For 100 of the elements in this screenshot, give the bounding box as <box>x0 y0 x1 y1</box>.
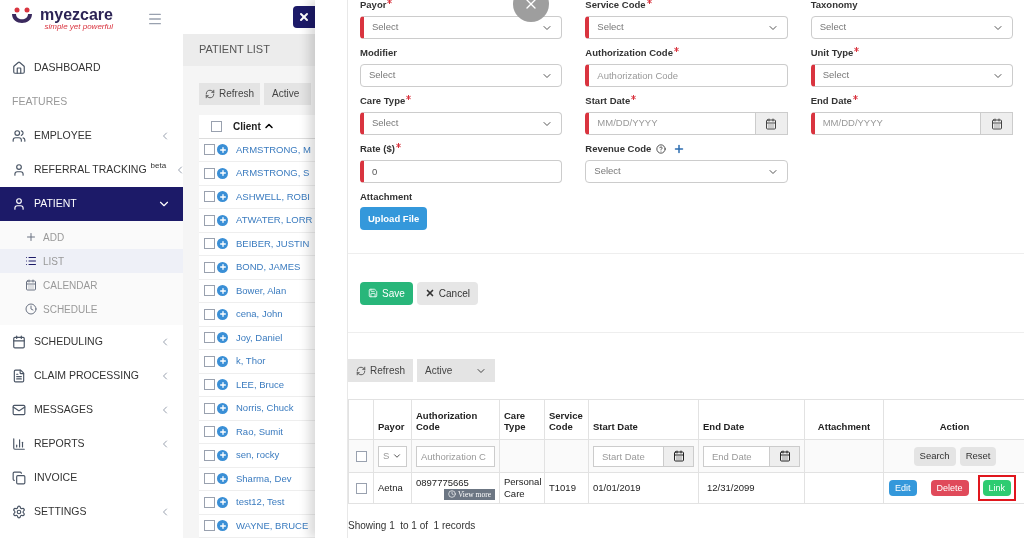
status-dropdown[interactable]: Active <box>417 359 495 383</box>
sidebar-item[interactable]: INVOICE <box>0 461 183 495</box>
patient-name[interactable]: ARMSTRONG, M <box>236 142 311 157</box>
upload-button[interactable]: Upload File <box>360 207 428 231</box>
patient-name[interactable]: BEIBER, JUSTIN <box>236 236 310 251</box>
select-field[interactable]: Select <box>585 160 788 183</box>
add-icon[interactable] <box>673 143 686 155</box>
checkbox[interactable] <box>204 144 215 156</box>
expand-button[interactable] <box>217 238 228 250</box>
checkbox[interactable] <box>204 191 215 203</box>
expand-button[interactable] <box>217 426 228 438</box>
required-icon <box>673 47 679 52</box>
checkbox[interactable] <box>355 450 367 462</box>
sidebar-item[interactable]: REPORTS <box>0 427 183 461</box>
select-field[interactable]: Select <box>360 64 563 87</box>
submenu-item[interactable]: CALENDAR <box>0 273 183 297</box>
expand-button[interactable] <box>217 355 228 367</box>
status-dropdown[interactable]: Active <box>264 82 312 105</box>
date-filter[interactable]: Start Date <box>593 445 664 467</box>
patient-name[interactable]: LEE, Bruce <box>236 377 285 392</box>
patient-name[interactable]: ASHWELL, ROBI <box>236 189 310 204</box>
select-field[interactable]: Select <box>585 16 788 39</box>
checkbox[interactable] <box>204 261 215 273</box>
checkbox[interactable] <box>204 496 215 508</box>
select-field[interactable]: Select <box>810 16 1014 39</box>
column-header[interactable]: Client <box>233 118 261 134</box>
patient-name[interactable]: ATWATER, LORR <box>236 213 313 228</box>
sidebar-item[interactable]: SETTINGS <box>0 495 183 529</box>
checkbox[interactable] <box>204 308 215 320</box>
refresh-button[interactable]: Refresh <box>199 82 260 105</box>
reset-button[interactable]: Reset <box>959 446 997 466</box>
patient-name[interactable]: Norris, Chuck <box>236 401 294 416</box>
sidebar-item[interactable]: PATIENT <box>0 187 183 221</box>
expand-button[interactable] <box>217 167 228 179</box>
calendar-button[interactable] <box>664 445 694 467</box>
expand-button[interactable] <box>217 191 228 203</box>
save-button[interactable]: Save <box>360 281 413 305</box>
checkbox[interactable] <box>204 285 215 297</box>
checkbox[interactable] <box>210 120 222 132</box>
expand-button[interactable] <box>217 285 228 297</box>
sidebar-item[interactable]: EMPLOYEE <box>0 119 183 153</box>
checkbox[interactable] <box>204 238 215 250</box>
submenu-item[interactable]: SCHEDULE <box>0 297 183 321</box>
expand-button[interactable] <box>217 473 228 485</box>
patient-name[interactable]: ARMSTRONG, S <box>236 166 310 181</box>
auth-code-filter[interactable]: Authorization C <box>416 445 495 467</box>
checkbox[interactable] <box>204 355 215 367</box>
patient-name[interactable]: k, Thor <box>236 354 266 369</box>
edit-button[interactable]: Edit <box>889 480 917 497</box>
checkbox[interactable] <box>204 449 215 461</box>
expand-button[interactable] <box>217 402 228 414</box>
column-header: Authorization Code <box>416 409 479 434</box>
expand-button[interactable] <box>217 496 228 508</box>
checkbox[interactable] <box>204 473 215 485</box>
patient-name[interactable]: test12, Test <box>236 495 285 510</box>
checkbox[interactable] <box>204 379 215 391</box>
expand-button[interactable] <box>217 379 228 391</box>
select-field[interactable]: Select <box>360 16 563 39</box>
checkbox[interactable] <box>204 214 215 226</box>
delete-button[interactable]: Delete <box>930 480 969 497</box>
expand-button[interactable] <box>217 261 228 273</box>
patient-name[interactable]: WAYNE, BRUCE <box>236 518 309 533</box>
cancel-button[interactable]: Cancel <box>416 281 478 305</box>
expand-button[interactable] <box>217 520 228 532</box>
checkbox[interactable] <box>204 402 215 414</box>
checkbox[interactable] <box>204 167 215 179</box>
submenu-item[interactable]: LIST <box>0 249 183 273</box>
submenu-item[interactable]: ADD <box>0 225 183 249</box>
sidebar-item[interactable]: DASHBOARD <box>0 51 183 85</box>
calendar-button[interactable] <box>770 445 800 467</box>
input-field[interactable]: 0 <box>360 160 563 183</box>
sidebar-item[interactable]: CLAIM PROCESSING <box>0 359 183 393</box>
refresh-button[interactable]: Refresh <box>348 359 413 383</box>
sidebar-item[interactable]: REFERRAL TRACKING beta <box>0 153 183 187</box>
payor-filter[interactable]: S <box>378 445 407 467</box>
checkbox[interactable] <box>204 520 215 532</box>
date-filter[interactable]: End Date <box>703 445 770 467</box>
sidebar-item[interactable]: SCHEDULING <box>0 325 183 359</box>
expand-button[interactable] <box>217 144 228 156</box>
patient-name[interactable]: Sharma, Dev <box>236 471 292 486</box>
expand-button[interactable] <box>217 308 228 320</box>
patient-name[interactable]: BOND, JAMES <box>236 260 301 275</box>
checkbox[interactable] <box>355 482 367 494</box>
search-button[interactable]: Search <box>913 446 956 466</box>
patient-name[interactable]: cena, John <box>236 307 283 322</box>
input-field[interactable]: Authorization Code <box>585 64 788 87</box>
sidebar-item[interactable]: MESSAGES <box>0 393 183 427</box>
checkbox[interactable] <box>204 332 215 344</box>
field-label: Payor <box>360 0 387 12</box>
patient-name[interactable]: Joy, Daniel <box>236 330 283 345</box>
patient-name[interactable]: sen, rocky <box>236 448 280 463</box>
expand-button[interactable] <box>217 449 228 461</box>
expand-button[interactable] <box>217 332 228 344</box>
close-button[interactable] <box>293 5 315 28</box>
select-field[interactable]: Select <box>810 64 1014 87</box>
select-field[interactable]: Select <box>360 112 563 135</box>
patient-name[interactable]: Rao, Sumit <box>236 424 283 439</box>
checkbox[interactable] <box>204 426 215 438</box>
expand-button[interactable] <box>217 214 228 226</box>
patient-name[interactable]: Bower, Alan <box>236 283 287 298</box>
